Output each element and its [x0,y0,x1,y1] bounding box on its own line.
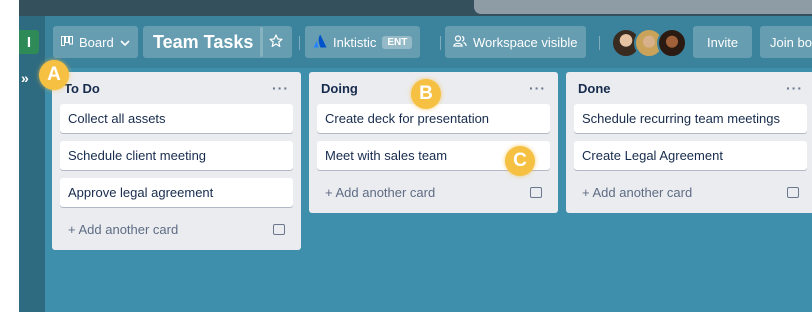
board-members [611,28,687,58]
add-card-button[interactable]: + Add another card [60,215,293,243]
board-icon [61,35,73,49]
card[interactable]: Schedule client meeting [60,141,293,170]
card-template-icon[interactable] [787,186,799,198]
annotation-marker-c: C [505,146,535,176]
card[interactable]: Schedule recurring team meetings [574,104,807,133]
trello-board: I » Board Team Tasks Inktistic ENT Works… [19,16,812,312]
browser-top-strip [19,0,812,16]
ellipsis-icon[interactable]: ··· [786,80,803,96]
annotation-marker-a: A [39,60,69,90]
list-done: Done ··· Schedule recurring team meeting… [566,72,812,213]
card-template-icon[interactable] [273,223,285,235]
header-divider [599,36,600,50]
header-divider [299,36,300,50]
card[interactable]: Create Legal Agreement [574,141,807,170]
atlassian-logo-icon [313,34,327,51]
card[interactable]: Create deck for presentation [317,104,550,133]
workspace-button[interactable]: Inktistic ENT [305,26,421,58]
add-card-label: + Add another card [325,184,436,200]
visibility-button[interactable]: Workspace visible [445,26,586,58]
expand-sidebar-icon[interactable]: » [21,70,29,86]
annotation-marker-b: B [411,79,441,109]
add-card-label: + Add another card [582,184,693,200]
join-board-button[interactable]: Join bo [760,26,812,58]
add-card-label: + Add another card [68,221,179,237]
join-board-label: Join bo [770,34,812,50]
star-icon [269,33,283,51]
people-icon [453,34,467,50]
list-title[interactable]: Doing [321,81,358,96]
view-switcher-label: Board [79,34,114,50]
list-header: Done ··· [574,72,807,104]
chevron-down-icon [120,35,130,50]
ellipsis-icon[interactable]: ··· [529,80,546,96]
member-avatar[interactable] [657,28,687,58]
workspace-avatar[interactable]: I [19,30,39,54]
card-template-icon[interactable] [530,186,542,198]
view-switcher-button[interactable]: Board [53,26,138,58]
add-card-button[interactable]: + Add another card [574,178,807,206]
board-title[interactable]: Team Tasks [143,26,264,58]
list-to-do: To Do ··· Collect all assets Schedule cl… [52,72,301,250]
invite-label: Invite [707,34,739,50]
card[interactable]: Approve legal agreement [60,178,293,207]
add-card-button[interactable]: + Add another card [317,178,550,206]
browser-address-bar[interactable] [474,0,812,14]
list-title[interactable]: Done [578,81,611,96]
list-title[interactable]: To Do [64,81,100,96]
list-header: To Do ··· [60,72,293,104]
workspace-sidebar: I » [19,16,45,312]
visibility-label: Workspace visible [473,34,578,50]
ellipsis-icon[interactable]: ··· [272,80,289,96]
header-divider [440,36,441,50]
card[interactable]: Collect all assets [60,104,293,133]
window-frame-left [0,0,19,312]
enterprise-badge: ENT [382,35,413,49]
invite-button[interactable]: Invite [693,26,753,58]
star-board-button[interactable] [260,26,292,58]
workspace-name: Inktistic [333,34,377,50]
